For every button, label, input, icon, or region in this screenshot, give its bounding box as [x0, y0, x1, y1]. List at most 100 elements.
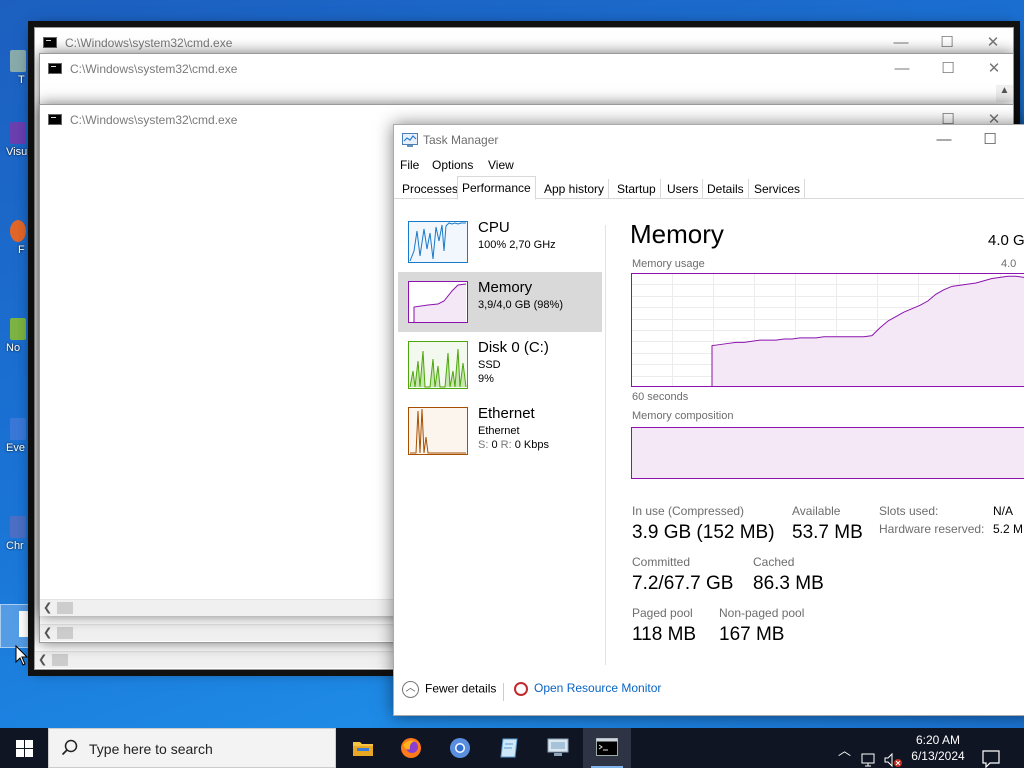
taskbar-command-prompt[interactable] [583, 728, 631, 768]
taskbar: Type here to search ︿ 6:20 AM 6/13/2024 [0, 728, 1024, 768]
tab-app-history[interactable]: App history [540, 179, 610, 199]
scroll-thumb[interactable] [57, 627, 73, 639]
menu-options[interactable]: Options [432, 158, 473, 172]
tab-processes[interactable]: Processes [398, 179, 464, 199]
usage-label: Memory usage [632, 258, 705, 270]
task-manager-window[interactable]: Task Manager — ☐ File Options View Proce… [393, 124, 1024, 716]
desktop-icon-5[interactable]: Eve [0, 418, 34, 464]
tab-performance[interactable]: Performance [457, 176, 536, 200]
memory-thumbnail-graph [408, 281, 468, 323]
firefox-icon [10, 220, 26, 242]
task-manager-titlebar[interactable]: Task Manager — ☐ [394, 125, 1024, 155]
desktop-icon-6[interactable]: Chr [0, 516, 34, 562]
resource-ethernet[interactable]: Ethernet Ethernet S: 0 R: 0 Kbps [398, 398, 602, 458]
memory-composition-bar [631, 427, 1024, 479]
send-value: 0 [491, 439, 498, 451]
search-box[interactable]: Type here to search [48, 728, 336, 768]
tab-services[interactable]: Services [750, 179, 806, 199]
network-icon[interactable] [861, 740, 879, 768]
visual-studio-icon [10, 122, 26, 144]
command-prompt-icon [596, 738, 618, 756]
computer-icon [547, 738, 569, 756]
resource-detail: SSD [478, 359, 501, 371]
notifications-icon[interactable] [982, 739, 1000, 768]
menu-file[interactable]: File [400, 158, 419, 172]
desktop-icon-4[interactable]: No [0, 318, 34, 364]
stat-value-slots-used: N/A [993, 504, 1014, 518]
disk-thumbnail-graph [408, 341, 468, 389]
taskbar-firefox[interactable] [387, 728, 435, 768]
cmd-title: C:\Windows\system32\cmd.exe [70, 113, 238, 127]
taskbar-file-explorer[interactable] [338, 728, 386, 768]
scroll-thumb[interactable] [57, 602, 73, 614]
scroll-left-icon[interactable]: ❮ [43, 626, 52, 639]
maximize-button[interactable]: ☐ [967, 125, 1013, 155]
maximize-button[interactable]: ☐ [925, 54, 971, 84]
cmd-title: C:\Windows\system32\cmd.exe [65, 36, 233, 50]
chevron-up-icon: ︿ [402, 681, 419, 698]
cmd-app-icon [48, 63, 62, 74]
desktop-icon-2[interactable]: Visu [0, 122, 34, 168]
menu-view[interactable]: View [488, 158, 514, 172]
start-button[interactable] [0, 728, 48, 768]
desktop-icon-selected[interactable] [0, 604, 34, 648]
tab-users[interactable]: Users [663, 179, 704, 199]
resource-detail: 3,9/4,0 GB (98%) [478, 299, 563, 311]
scroll-left-icon[interactable]: ❮ [38, 653, 47, 666]
scroll-thumb[interactable] [52, 654, 68, 666]
window-title: Task Manager [423, 133, 499, 147]
composition-label: Memory composition [632, 410, 734, 422]
notepad-icon [500, 738, 518, 758]
open-resource-monitor-link[interactable]: Open Resource Monitor [514, 681, 661, 696]
tab-startup[interactable]: Startup [613, 179, 661, 199]
resource-memory[interactable]: Memory 3,9/4,0 GB (98%) [398, 272, 602, 332]
resource-cpu[interactable]: CPU 100% 2,70 GHz [398, 212, 602, 272]
fewer-details-label: Fewer details [425, 681, 497, 696]
cmd-title: C:\Windows\system32\cmd.exe [70, 62, 238, 76]
show-hidden-icons-button[interactable]: ︿ [838, 740, 851, 768]
resource-name: Memory [478, 279, 533, 296]
receive-label: R: [500, 439, 512, 451]
chrome-icon [10, 516, 26, 538]
chromium-icon [450, 738, 470, 758]
close-button[interactable]: ✕ [971, 54, 1017, 84]
resource-disk[interactable]: Disk 0 (C:) SSD 9% [398, 332, 602, 392]
taskbar-chromium[interactable] [436, 728, 484, 768]
resource-name: Disk 0 (C:) [478, 339, 549, 356]
minimize-button[interactable]: — [921, 125, 967, 155]
cmd-app-icon [48, 114, 62, 125]
search-placeholder: Type here to search [89, 741, 213, 757]
search-icon [61, 739, 78, 756]
desktop-icon-3[interactable]: F [0, 220, 34, 266]
desktop-icon-label: Chr [6, 540, 24, 552]
receive-value: 0 Kbps [514, 439, 549, 451]
scroll-left-icon[interactable]: ❮ [43, 601, 52, 614]
resource-name: CPU [478, 219, 510, 236]
clock[interactable]: 6:20 AM 6/13/2024 [902, 732, 974, 764]
clock-date: 6/13/2024 [911, 749, 965, 763]
volume-muted-icon[interactable] [883, 740, 903, 768]
stat-label-hardware-reserved: Hardware reserved: [879, 522, 985, 536]
event-viewer-icon [10, 418, 26, 440]
desktop-icon-label: Eve [6, 442, 25, 454]
stat-label-slots-used: Slots used: [879, 504, 939, 518]
cmd-titlebar[interactable]: C:\Windows\system32\cmd.exe — ☐ ✕ [40, 54, 1013, 84]
resource-monitor-icon [514, 681, 528, 696]
clock-time: 6:20 AM [915, 733, 961, 747]
menu-bar: File Options View [394, 155, 1024, 175]
memory-usage-graph [631, 273, 1024, 387]
desktop-icon-label: Visu [6, 146, 28, 158]
desktop-icon-1[interactable]: T [0, 50, 34, 96]
detail-total: 4.0 G [988, 232, 1024, 249]
tab-details[interactable]: Details [703, 179, 749, 199]
scroll-up-icon[interactable]: ▲ [996, 85, 1013, 102]
resource-detail: 100% 2,70 GHz [478, 239, 556, 251]
minimize-button[interactable]: — [879, 54, 925, 84]
cpu-thumbnail-graph [408, 221, 468, 263]
send-label: S: [478, 439, 489, 451]
cmd-app-icon [43, 37, 57, 48]
fewer-details-button[interactable]: ︿ Fewer details [402, 681, 496, 698]
taskbar-app-4[interactable] [485, 728, 533, 768]
taskbar-app-5[interactable] [534, 728, 582, 768]
usage-max-label: 4.0 [1001, 258, 1017, 270]
